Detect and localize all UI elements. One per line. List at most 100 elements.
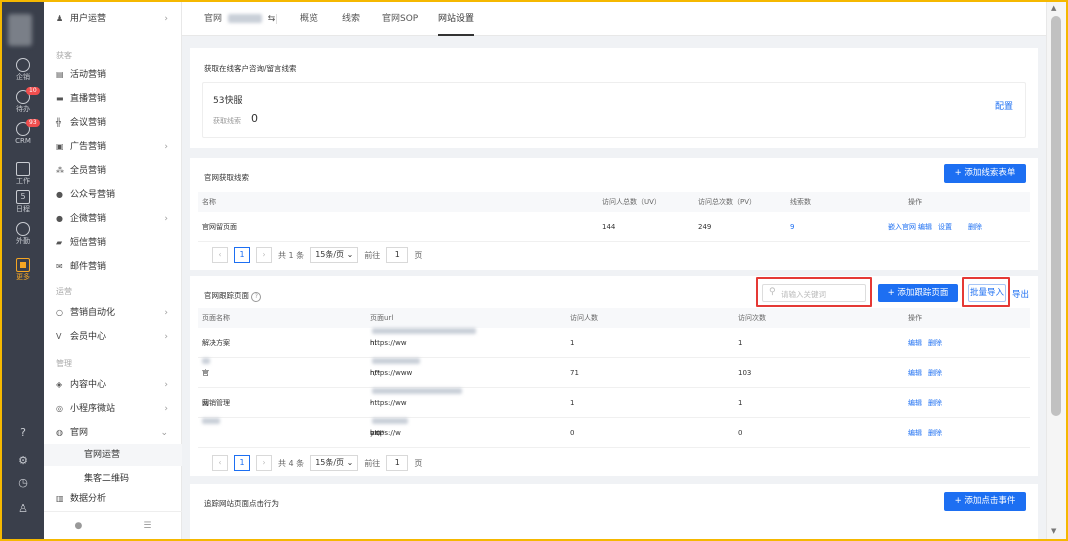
delete-link[interactable]: 删除 bbox=[928, 388, 942, 418]
delete-link[interactable]: 删除 bbox=[928, 418, 942, 448]
page-size-value: 15条/页 bbox=[315, 458, 345, 467]
sidebar-item[interactable]: ● 公众号营销 bbox=[44, 184, 182, 206]
rail-label: 企销 bbox=[16, 73, 30, 81]
clock-icon[interactable]: ◷ bbox=[2, 476, 44, 489]
tab-overview[interactable]: 概览 bbox=[300, 2, 318, 36]
sidebar-item[interactable]: ▣ 广告营销 › bbox=[44, 136, 182, 158]
sidebar-item-label: 会员中心 bbox=[70, 332, 107, 342]
column-header: 操作 bbox=[908, 198, 922, 206]
url-suffix: om* bbox=[370, 429, 385, 437]
add-click-event-button[interactable]: + 添加点击事件 bbox=[944, 492, 1026, 511]
column-header: 访问人数 bbox=[570, 314, 598, 322]
next-page-button[interactable]: › bbox=[256, 247, 272, 263]
rail-item-crm[interactable]: CRM 93 bbox=[2, 119, 44, 146]
status-dot-icon[interactable]: ● bbox=[75, 521, 83, 531]
sidebar-group-label: 获客 bbox=[56, 51, 72, 60]
page-number[interactable]: 1 bbox=[234, 455, 250, 471]
sidebar-item[interactable]: ✉ 邮件营销 bbox=[44, 256, 182, 278]
rail-item-more[interactable]: 更多 bbox=[2, 258, 44, 282]
embed-link[interactable]: 嵌入官网 bbox=[888, 212, 916, 242]
tracking-pages-card: 官网跟踪页面 ? ⚲ 请输入关键词 + 添加跟踪页面 批量导入 导出 页面名称 … bbox=[190, 276, 1038, 476]
sidebar-item[interactable]: ○ 营销自动化 › bbox=[44, 302, 182, 324]
edit-link[interactable]: 编辑 bbox=[908, 418, 922, 448]
sidebar: ♟ 用户运营 › 获客 ▤ 活动营销 ▬ 直播营销 ╬ 会议营销 ▣ 广告营销 › ⁂ 全员营销… bbox=[44, 2, 182, 539]
rail-label: 外勤 bbox=[16, 237, 30, 245]
sidebar-item[interactable]: ▤ 活动营销 bbox=[44, 64, 182, 86]
sidebar-item-user-ops[interactable]: ♟ 用户运营 › bbox=[44, 8, 182, 30]
edit-link[interactable]: 编辑 bbox=[918, 212, 932, 242]
add-tracking-page-button[interactable]: + 添加跟踪页面 bbox=[878, 284, 958, 302]
section-title: 追踪网站页面点击行为 bbox=[204, 499, 279, 508]
add-lead-form-button[interactable]: + 添加线索表单 bbox=[944, 164, 1026, 183]
tab-site-settings[interactable]: 网站设置 bbox=[438, 2, 475, 36]
next-page-button[interactable]: › bbox=[256, 455, 272, 471]
sms-icon: ▰ bbox=[56, 238, 63, 247]
sidebar-item[interactable]: ▰ 短信营销 bbox=[44, 232, 182, 254]
click-tracking-card: 追踪网站页面点击行为 + 添加点击事件 bbox=[190, 484, 1038, 539]
cell-leads[interactable]: 9 bbox=[790, 212, 794, 242]
sidebar-item[interactable]: ▬ 直播营销 bbox=[44, 88, 182, 110]
scroll-down-icon[interactable]: ▼ bbox=[1051, 527, 1056, 535]
delete-link[interactable]: 删除 bbox=[928, 328, 942, 358]
miniprogram-icon: ◎ bbox=[56, 404, 63, 413]
page-number[interactable]: 1 bbox=[234, 247, 250, 263]
export-button[interactable]: 导出 bbox=[1012, 288, 1029, 300]
table-header: 名称 访问人总数（UV） 访问总次数（PV） 线索数 操作 bbox=[198, 192, 1030, 212]
sidebar-item[interactable]: ▥ 数据分析 bbox=[44, 492, 182, 506]
user-switch-icon[interactable]: ♙ bbox=[2, 502, 44, 515]
sidebar-item[interactable]: ● 企微营销 › bbox=[44, 208, 182, 230]
cell-pv: 249 bbox=[698, 223, 712, 231]
provider-box: 53快服 获取线索 0 配置 bbox=[202, 82, 1026, 138]
scrollbar-thumb[interactable] bbox=[1051, 16, 1061, 416]
help-icon[interactable]: ? bbox=[251, 292, 262, 302]
help-icon[interactable]: ? bbox=[2, 426, 44, 439]
website-icon: ◍ bbox=[56, 428, 63, 437]
rail-item-field[interactable]: 外勤 bbox=[2, 222, 44, 246]
content-icon: ◈ bbox=[56, 380, 63, 389]
rail-item-todo[interactable]: 待办 10 bbox=[2, 87, 44, 114]
sidebar-item[interactable]: ◎ 小程序微站 › bbox=[44, 398, 182, 420]
automation-icon: ○ bbox=[56, 308, 63, 317]
site-switcher[interactable]: 官网 ⇆ bbox=[204, 2, 275, 36]
sidebar-item[interactable]: ⁂ 全员营销 bbox=[44, 160, 182, 182]
goto-input[interactable]: 1 bbox=[386, 455, 409, 471]
settings-link[interactable]: 设置 bbox=[938, 212, 952, 242]
tab-leads[interactable]: 线索 bbox=[342, 2, 360, 36]
chevron-right-icon: › bbox=[164, 380, 168, 390]
page-size-select[interactable]: 15条/页 ⌄ bbox=[310, 455, 359, 471]
sidebar-item-label: 短信营销 bbox=[70, 238, 107, 248]
edit-link[interactable]: 编辑 bbox=[908, 358, 922, 388]
goto-input[interactable]: 1 bbox=[386, 247, 409, 263]
settings-icon[interactable]: ⚙ bbox=[2, 454, 44, 467]
sidebar-subitem-website-ops[interactable]: 官网运营 bbox=[44, 444, 182, 466]
rail-item-qixiao[interactable]: 企销 bbox=[2, 58, 44, 82]
meeting-icon: ╬ bbox=[56, 118, 61, 127]
delete-link[interactable]: 删除 bbox=[968, 212, 982, 242]
rail-item-work[interactable]: 工作 bbox=[2, 162, 44, 186]
edit-link[interactable]: 编辑 bbox=[908, 388, 922, 418]
page-size-select[interactable]: 15条/页 ⌄ bbox=[310, 247, 359, 263]
tab-site-sop[interactable]: 官网SOP bbox=[382, 2, 418, 36]
schedule-icon: 5 bbox=[16, 190, 30, 204]
scroll-up-icon[interactable]: ▲ bbox=[1051, 4, 1056, 12]
sidebar-item-label: 官网 bbox=[70, 428, 89, 438]
sidebar-item[interactable]: ╬ 会议营销 bbox=[44, 112, 182, 134]
prev-page-button[interactable]: ‹ bbox=[212, 247, 228, 263]
cell-visitors: 0 bbox=[570, 429, 575, 437]
sidebar-item[interactable]: ◈ 内容中心 › bbox=[44, 374, 182, 396]
collapse-icon[interactable]: ☰ bbox=[143, 521, 151, 531]
sidebar-item[interactable]: ◍ 官网 ⌄ bbox=[44, 422, 182, 444]
sidebar-subitem-qrcode[interactable]: 集客二维码 bbox=[44, 468, 182, 490]
sidebar-item[interactable]: V 会员中心 › bbox=[44, 326, 182, 348]
avatar[interactable] bbox=[8, 14, 32, 46]
circle-icon bbox=[16, 58, 30, 72]
cell-name: 解决方案 bbox=[202, 339, 230, 347]
page-unit: 页 bbox=[414, 458, 423, 468]
prev-page-button[interactable]: ‹ bbox=[212, 455, 228, 471]
vertical-scrollbar[interactable]: ▲ ▼ bbox=[1046, 2, 1066, 539]
edit-link[interactable]: 编辑 bbox=[908, 328, 922, 358]
config-link[interactable]: 配置 bbox=[995, 99, 1013, 112]
delete-link[interactable]: 删除 bbox=[928, 358, 942, 388]
column-header: 页面名称 bbox=[202, 314, 230, 322]
rail-item-schedule[interactable]: 5 日程 bbox=[2, 190, 44, 214]
